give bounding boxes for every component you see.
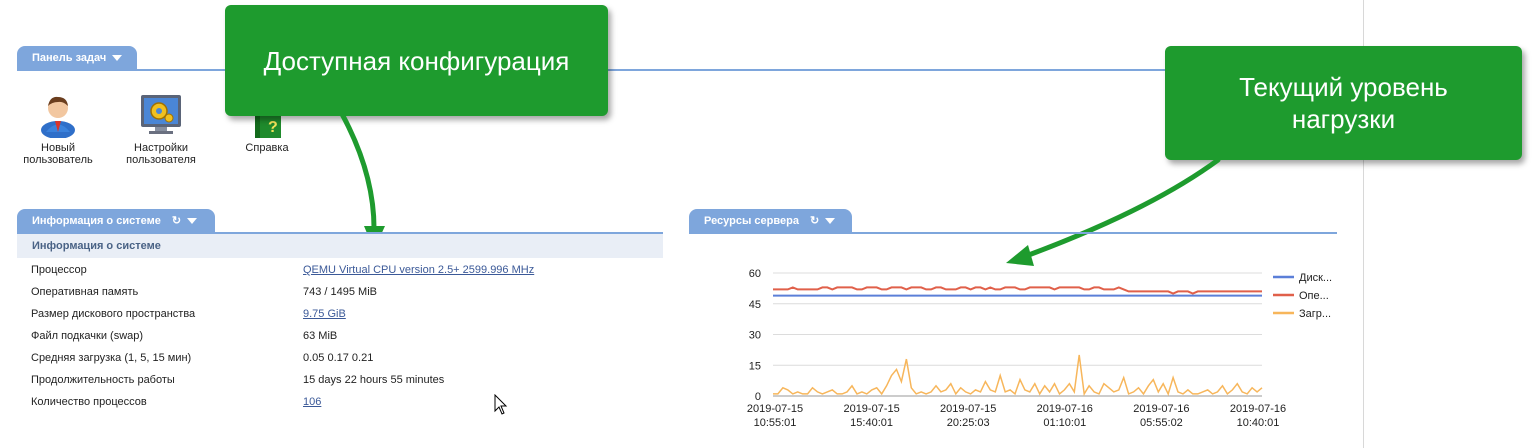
resources-chart: 6045301502019-07-1510:55:012019-07-1515:… (747, 268, 1332, 429)
x-tick-label: 2019-07-16 (1230, 403, 1286, 415)
y-tick-label: 15 (749, 360, 761, 372)
x-tick-label: 01:10:01 (1043, 417, 1086, 429)
series-line (773, 354, 1263, 397)
x-tick-label: 05:55:02 (1140, 417, 1183, 429)
x-tick-label: 2019-07-16 (1037, 403, 1093, 415)
x-tick-label: 10:55:01 (754, 417, 797, 429)
x-tick-label: 2019-07-16 (1133, 403, 1189, 415)
y-tick-label: 30 (749, 330, 761, 342)
legend-label: Опе... (1299, 290, 1329, 302)
x-tick-label: 2019-07-15 (940, 403, 996, 415)
x-tick-label: 10:40:01 (1237, 417, 1280, 429)
x-tick-label: 2019-07-15 (843, 403, 899, 415)
series-line (773, 286, 1262, 295)
y-tick-label: 45 (749, 299, 761, 311)
x-tick-label: 15:40:01 (850, 417, 893, 429)
y-tick-label: 0 (755, 391, 761, 403)
legend-label: Диск... (1299, 272, 1332, 284)
y-tick-label: 60 (749, 268, 761, 280)
x-tick-label: 2019-07-15 (747, 403, 803, 415)
x-tick-label: 20:25:03 (947, 417, 990, 429)
legend-label: Загр... (1299, 308, 1331, 320)
